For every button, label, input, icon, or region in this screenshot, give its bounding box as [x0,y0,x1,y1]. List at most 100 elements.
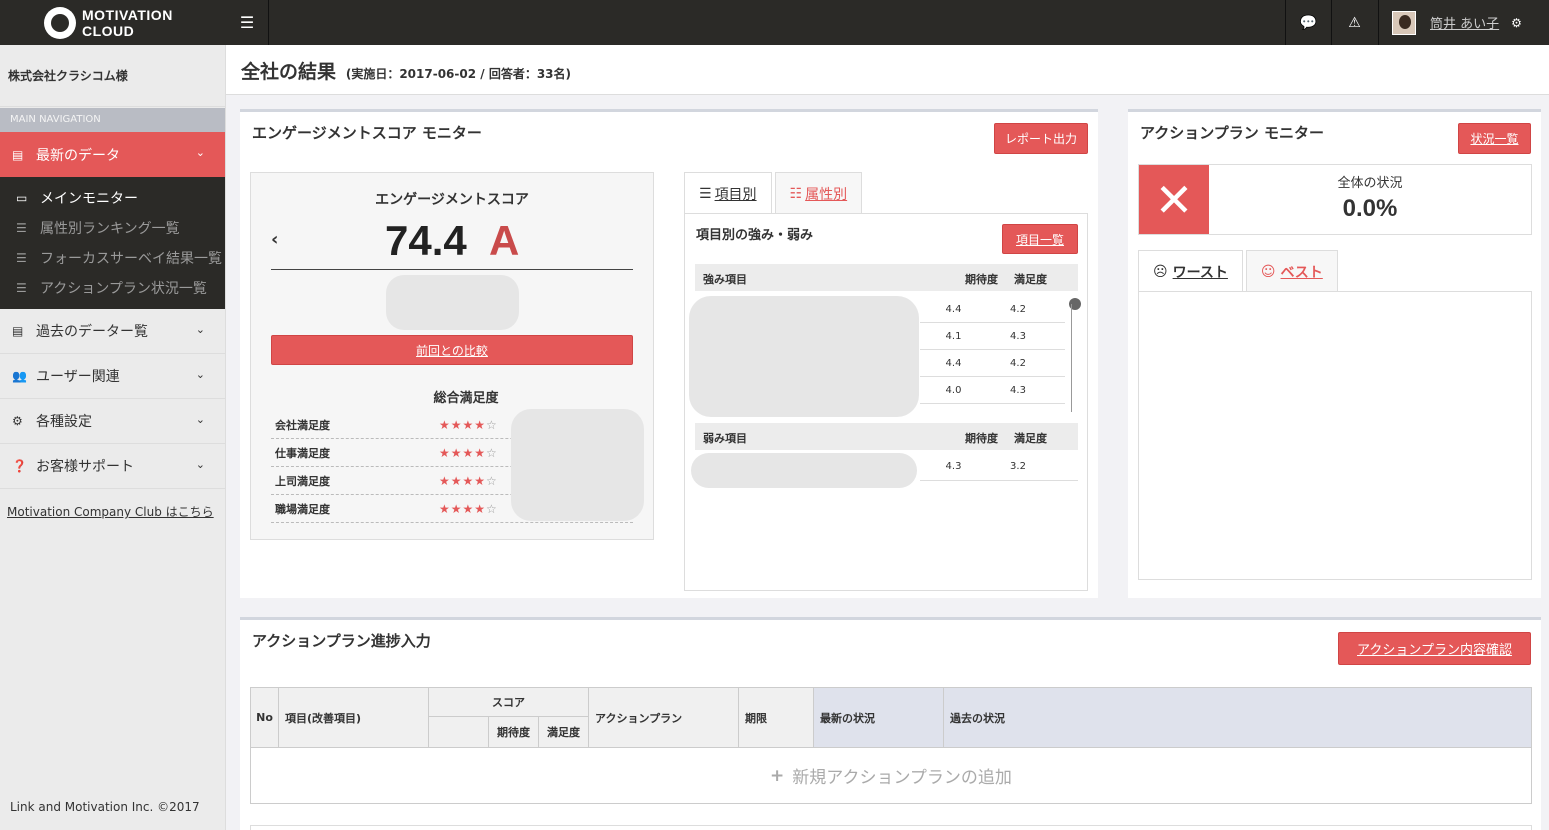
chevron-down-icon: ⌄ [195,146,205,159]
tab-label: ベスト [1280,264,1323,281]
user-name[interactable]: 筒井 あい子 [1430,13,1499,32]
avatar [1392,10,1416,35]
report-export-button[interactable]: レポート出力 [994,123,1088,154]
star-rating: ★★★★☆ [439,473,498,488]
top-bar: MOTIVATION CLOUD ☰ 💬 ⚠ 筒井 あい子 ⚙ [0,0,1549,45]
list-icon: ☰ [16,281,27,295]
sidebar-item-past-data[interactable]: ▤ 過去のデーター覧 ⌄ [0,309,225,354]
score-value: 74.4 [385,217,467,264]
satisfaction-title: 総合満足度 [433,391,499,406]
brand-logo[interactable]: MOTIVATION CLOUD [0,0,226,45]
star-rating: ★★★★☆ [439,445,498,460]
sidebar-subitem-attribute-ranking[interactable]: ☰ 属性別ランキング一覧 [0,213,225,243]
table-row: 4.1 4.3 [920,323,1065,350]
tab-best[interactable]: ☺ ベスト [1245,250,1338,292]
messages-button[interactable]: 💬 [1285,0,1331,45]
expect-value: 4.4 [945,303,962,315]
frown-icon: ☹ [1153,263,1168,280]
sidebar-submenu: ▭ メインモニター ☰ 属性別ランキング一覧 ☰ フォーカスサーベイ結果一覧 ☰… [0,177,225,309]
list-alt-icon: ▤ [12,324,24,338]
sidebar-subitem-focus-survey[interactable]: ☰ フォーカスサーベイ結果一覧 [0,243,225,273]
strengths-header-expect: 期待度 [965,273,998,286]
user-menu[interactable]: 筒井 あい子 ⚙ [1378,0,1549,45]
weaknesses-header-satisfy: 満足度 [1014,432,1047,445]
sidebar-item-users[interactable]: 👥 ユーザー関連 ⌄ [0,354,225,399]
sidebar: 株式会社クラシコム様 MAIN NAVIGATION ▤ 最新のデータ ⌄ ▭ … [0,45,226,830]
expect-value: 4.4 [945,357,962,369]
divider [271,269,633,270]
panel-title: アクションプラン モニター [1140,124,1325,142]
worst-best-content [1138,291,1532,580]
engagement-score-box: エンゲージメントスコア ‹ 74.4 A 前回との比較 総合満足度 会社満足度 … [250,172,654,540]
brand-line1: MOTIVATION [82,6,173,23]
strengths-header-satisfy: 満足度 [1014,273,1047,286]
weaknesses-header-item: 弱み項目 [703,432,747,445]
sidebar-item-label: ユーザー関連 [36,369,120,385]
sidebar-item-label: 最新のデータ [36,147,120,164]
satisfy-value: 4.3 [1010,384,1026,396]
satisfy-value: 4.2 [1010,357,1026,369]
progress-table-header: No 項目(改善項目) スコア 期待度 満足度 アクションプラン 期限 最新の状… [250,687,1532,748]
header-score: スコア [429,688,589,717]
action-plan-progress-panel: アクションプラン進捗入力 アクションプラン内容確認 No 項目(改善項目) スコ… [240,617,1541,830]
score-grade: A [489,217,520,264]
list-icon: ☰ [699,185,712,202]
overall-status-box: ✕ 全体の状況 0.0% [1138,164,1532,235]
expect-value: 4.0 [945,384,962,396]
star-rating: ★★★★☆ [439,417,498,432]
list-icon: ☰ [16,251,27,265]
add-action-plan-label: 新規アクションプランの追加 [792,768,1012,788]
menu-toggle-button[interactable]: ☰ [226,0,269,45]
header-latest: 最新の状況 [814,688,944,747]
list-ol-icon: ☷ [789,185,803,202]
chevron-down-icon: ⌄ [195,368,205,381]
settings-gears-icon[interactable]: ⚙ [1511,16,1522,30]
sidebar-subitem-action-plan-status[interactable]: ☰ アクションプラン状況一覧 [0,273,225,303]
sidebar-subitem-label: メインモニター [40,191,138,207]
tab-label: ワースト [1172,264,1228,281]
tab-label: 属性別 [805,186,848,203]
add-action-plan-button[interactable]: + 新規アクションプランの追加 [250,748,1532,804]
overall-value: 0.0% [1342,195,1398,222]
satisfy-value: 4.2 [1010,303,1026,315]
users-icon: 👥 [12,369,27,383]
sidebar-subitem-label: フォーカスサーベイ結果一覧 [40,251,222,267]
items-tabs: ☰ 項目別 ☷ 属性別 [684,172,865,214]
strengths-values: 4.4 4.2 4.1 4.3 4.4 4.2 4.0 4.3 [920,296,1065,404]
items-tab-content: 項目別の強み・弱み 項目一覧 強み項目 期待度 満足度 4.4 4.2 4.1 … [684,213,1088,591]
main-navigation-header: MAIN NAVIGATION [0,108,225,132]
sidebar-item-label: 過去のデーター覧 [36,324,148,340]
sidebar-item-settings[interactable]: ⚙ 各種設定 ⌄ [0,399,225,444]
redacted-item-names [691,453,917,488]
question-circle-icon: ❓ [12,459,27,473]
company-name: 株式会社クラシコム様 [0,45,225,107]
alerts-button[interactable]: ⚠ [1331,0,1377,45]
previous-arrow-icon[interactable]: ‹ [271,229,278,250]
sidebar-item-support[interactable]: ❓ お客様サポート ⌄ [0,444,225,489]
satisfaction-label: 会社満足度 [275,418,330,432]
tab-worst[interactable]: ☹ ワースト [1138,250,1243,292]
overall-label: 全体の状況 [1337,176,1403,191]
desktop-icon: ▭ [16,191,28,205]
tab-items[interactable]: ☰ 項目別 [684,172,772,214]
header-item: 項目(改善項目) [279,688,429,747]
plus-icon: + [770,765,785,786]
hamburger-icon: ☰ [239,13,255,32]
item-list-button[interactable]: 項目一覧 [1002,224,1078,254]
worst-best-tabs: ☹ ワースト ☺ ベスト [1138,250,1341,292]
header-deadline: 期限 [739,688,814,747]
sidebar-subitem-main-monitor[interactable]: ▭ メインモニター [0,183,225,213]
strengths-header-item: 強み項目 [703,273,747,286]
chevron-down-icon: ⌄ [195,323,205,336]
table-row: 4.3 3.2 [920,453,1078,481]
list-alt-icon: ▤ [12,147,24,162]
confirm-action-plan-button[interactable]: アクションプラン内容確認 [1338,632,1531,665]
sidebar-item-latest-data[interactable]: ▤ 最新のデータ ⌄ [0,132,225,177]
gear-icon: ⚙ [12,414,23,428]
tab-attributes[interactable]: ☷ 属性別 [774,172,863,214]
scrollbar-track[interactable] [1071,304,1072,412]
status-list-button[interactable]: 状況一覧 [1458,123,1531,154]
compare-previous-button[interactable]: 前回との比較 [271,335,633,365]
club-link[interactable]: Motivation Company Club はこちら [7,503,214,520]
sidebar-subitem-label: 属性別ランキング一覧 [40,221,180,237]
